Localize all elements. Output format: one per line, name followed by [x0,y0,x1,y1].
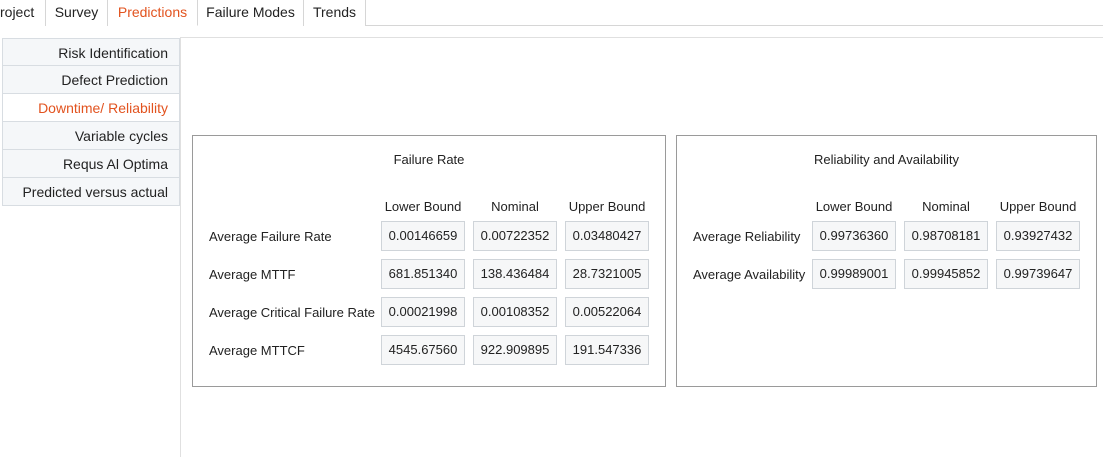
sidebar-item-risk-identification[interactable]: Risk Identification [2,38,180,66]
reliability-availability-panel: Reliability and Availability Lower Bound… [676,135,1097,387]
average-critical-failure-rate-lower-field[interactable]: 0.00021998 [381,297,465,327]
average-failure-rate-upper-field[interactable]: 0.03480427 [565,221,649,251]
sidebar-item-downtime-reliability[interactable]: Downtime/ Reliability [2,94,180,122]
average-reliability-nominal-field[interactable]: 0.98708181 [904,221,988,251]
average-mttcf-nominal-field[interactable]: 922.909895 [473,335,557,365]
side-nav: Risk Identification Defect Prediction Do… [2,38,180,206]
average-availability-upper-field[interactable]: 0.99739647 [996,259,1080,289]
failure-rate-col-lower-bound: Lower Bound [384,199,462,214]
sidebar-item-predicted-versus-actual[interactable]: Predicted versus actual [2,178,180,206]
average-availability-lower-field[interactable]: 0.99989001 [812,259,896,289]
sidebar-item-variable-cycles[interactable]: Variable cycles [2,122,180,150]
row-label-average-availability: Average Availability [693,267,806,282]
average-mttcf-lower-field[interactable]: 4545.67560 [381,335,465,365]
row-label-average-critical-failure-rate: Average Critical Failure Rate [209,305,375,320]
tab-trends[interactable]: Trends [304,0,366,26]
tab-project[interactable]: roject [0,0,46,26]
content-top-divider [180,37,1103,38]
failure-rate-col-nominal: Nominal [491,199,539,214]
sidebar-item-requs-al-optima[interactable]: Requs Al Optima [2,150,180,178]
tab-predictions[interactable]: Predictions [108,0,198,26]
average-reliability-lower-field[interactable]: 0.99736360 [812,221,896,251]
reliability-col-nominal: Nominal [922,199,970,214]
average-availability-nominal-field[interactable]: 0.99945852 [904,259,988,289]
failure-rate-panel: Failure Rate Lower Bound Nominal Upper B… [192,135,666,387]
failure-rate-title: Failure Rate [393,152,465,167]
app-window: roject Survey Predictions Failure Modes … [0,0,1103,457]
average-reliability-upper-field[interactable]: 0.93927432 [996,221,1080,251]
row-label-average-reliability: Average Reliability [693,229,801,244]
reliability-availability-title: Reliability and Availability [813,152,959,167]
row-label-average-mttcf: Average MTTCF [209,343,305,358]
average-failure-rate-lower-field[interactable]: 0.00146659 [381,221,465,251]
average-mttf-upper-field[interactable]: 28.7321005 [565,259,649,289]
average-mttf-lower-field[interactable]: 681.851340 [381,259,465,289]
reliability-col-upper-bound: Upper Bound [999,199,1077,214]
tab-survey[interactable]: Survey [46,0,108,26]
row-label-average-failure-rate: Average Failure Rate [209,229,332,244]
sidebar-divider [180,38,181,457]
average-critical-failure-rate-upper-field[interactable]: 0.00522064 [565,297,649,327]
average-failure-rate-nominal-field[interactable]: 0.00722352 [473,221,557,251]
row-label-average-mttf: Average MTTF [209,267,296,282]
failure-rate-col-upper-bound: Upper Bound [568,199,646,214]
average-mttcf-upper-field[interactable]: 191.547336 [565,335,649,365]
average-critical-failure-rate-nominal-field[interactable]: 0.00108352 [473,297,557,327]
tab-failure-modes[interactable]: Failure Modes [198,0,304,26]
average-mttf-nominal-field[interactable]: 138.436484 [473,259,557,289]
top-tab-bar: roject Survey Predictions Failure Modes … [0,0,1103,26]
sidebar-item-defect-prediction[interactable]: Defect Prediction [2,66,180,94]
reliability-col-lower-bound: Lower Bound [815,199,893,214]
